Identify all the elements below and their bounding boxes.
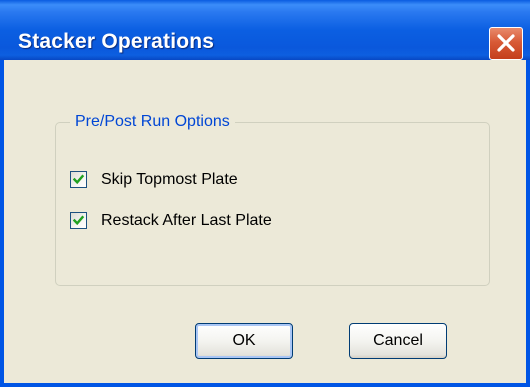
cancel-button[interactable]: Cancel [349,323,447,359]
check-mark-icon [72,215,85,226]
stacker-operations-dialog: Stacker Operations Pre/Post Run Options … [0,0,530,387]
window-title: Stacker Operations [18,30,215,53]
group-legend: Pre/Post Run Options [70,112,235,132]
title-bar[interactable]: Stacker Operations [0,0,530,60]
ok-button[interactable]: OK [195,323,293,359]
pre-post-run-options-group [55,122,490,286]
restack-after-last-plate-label[interactable]: Restack After Last Plate [101,210,272,232]
dialog-body: Pre/Post Run Options Skip Topmost Plate … [4,60,526,383]
restack-after-last-plate-checkbox[interactable] [70,212,87,229]
close-icon [497,34,515,52]
check-mark-icon [72,174,85,185]
close-button[interactable] [489,27,523,60]
skip-topmost-plate-label[interactable]: Skip Topmost Plate [101,169,238,191]
skip-topmost-plate-checkbox[interactable] [70,171,87,188]
